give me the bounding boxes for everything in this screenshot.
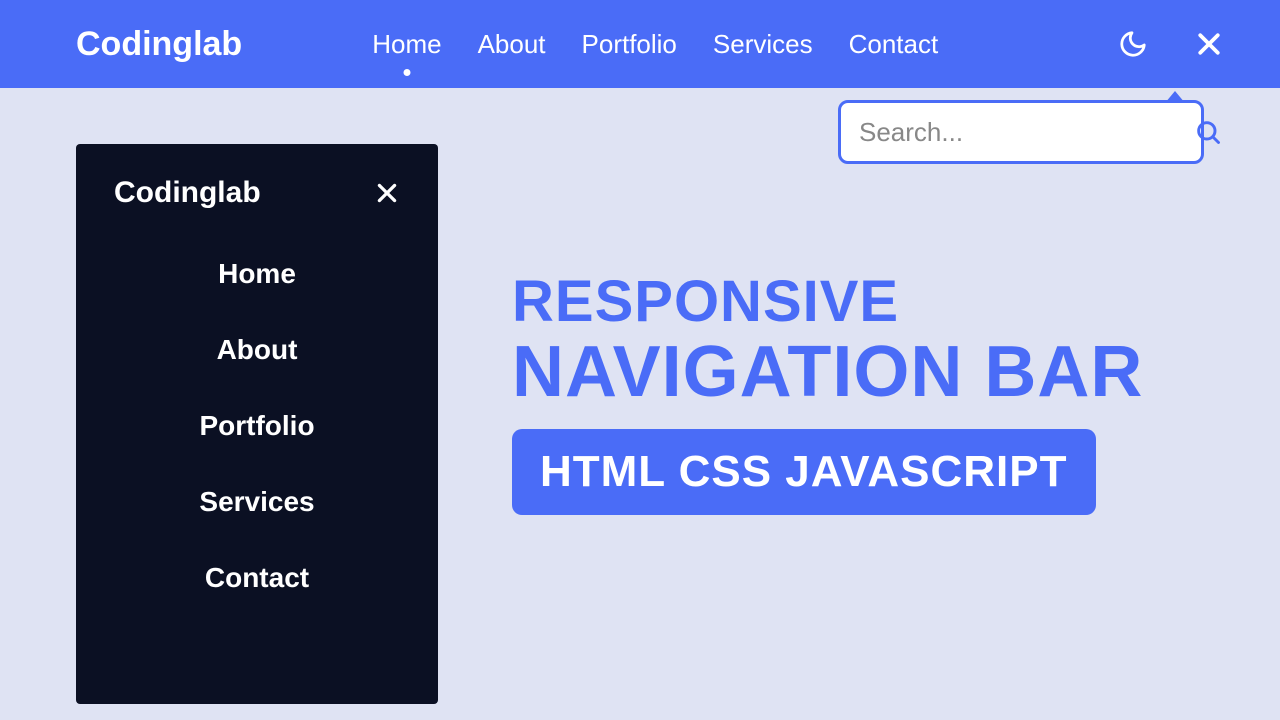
close-icon <box>374 180 400 206</box>
sidebar-link-contact[interactable]: Contact <box>205 562 309 594</box>
hero-title-line2: NAVIGATION BAR <box>512 335 1143 411</box>
nav-link-portfolio[interactable]: Portfolio <box>582 29 677 60</box>
brand-logo[interactable]: Codinglab <box>76 25 242 64</box>
top-navbar: Codinglab Home About Portfolio Services … <box>0 0 1280 88</box>
close-icon <box>1194 29 1224 59</box>
nav-link-home[interactable]: Home <box>372 29 441 60</box>
nav-link-contact[interactable]: Contact <box>849 29 939 60</box>
sidebar-close-button[interactable] <box>374 180 400 206</box>
search-submit-button[interactable] <box>1194 118 1222 146</box>
search-close-button[interactable] <box>1194 29 1224 59</box>
hero-section: RESPONSIVE NAVIGATION BAR HTML CSS JAVAS… <box>512 268 1143 515</box>
nav-link-about[interactable]: About <box>478 29 546 60</box>
nav-link-services[interactable]: Services <box>713 29 813 60</box>
sidebar-link-about[interactable]: About <box>217 334 298 366</box>
search-input[interactable] <box>859 117 1194 148</box>
moon-icon <box>1118 29 1148 59</box>
dark-mode-toggle[interactable] <box>1118 29 1148 59</box>
nav-actions <box>1118 29 1224 59</box>
mobile-sidebar: Codinglab Home About Portfolio Services … <box>76 144 438 704</box>
search-dropdown <box>838 100 1204 164</box>
sidebar-header: Codinglab <box>114 176 400 210</box>
sidebar-brand[interactable]: Codinglab <box>114 176 261 210</box>
nav-links: Home About Portfolio Services Contact <box>372 29 938 60</box>
hero-subtitle-pill: HTML CSS JAVASCRIPT <box>512 429 1096 515</box>
sidebar-link-portfolio[interactable]: Portfolio <box>199 410 314 442</box>
sidebar-links: Home About Portfolio Services Contact <box>114 258 400 594</box>
search-icon <box>1194 118 1222 146</box>
sidebar-link-services[interactable]: Services <box>199 486 314 518</box>
hero-title-line1: RESPONSIVE <box>512 268 1143 335</box>
sidebar-link-home[interactable]: Home <box>218 258 296 290</box>
